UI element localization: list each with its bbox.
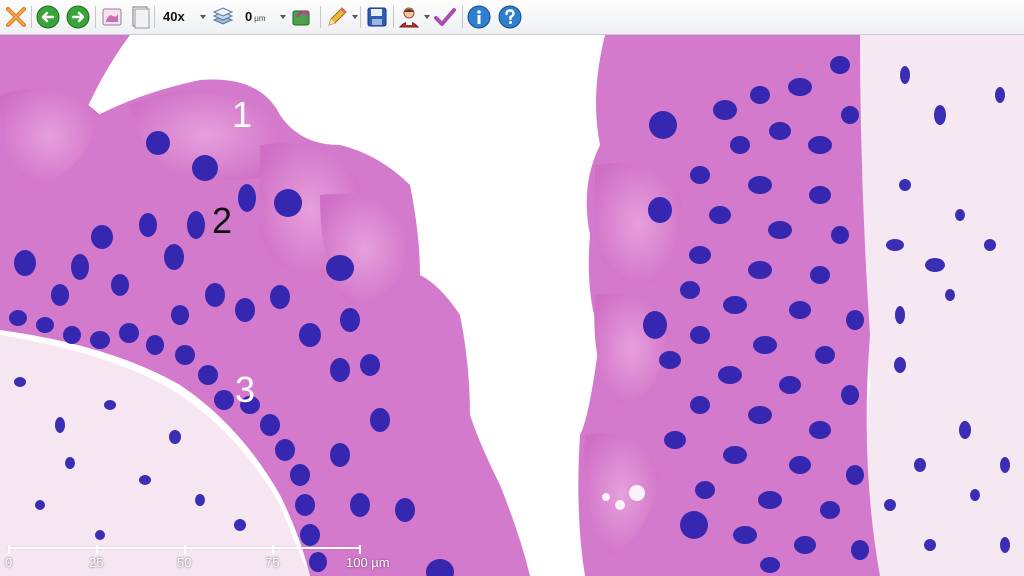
- back-arrow-icon: [36, 5, 60, 29]
- scale-tick: [8, 545, 10, 554]
- scale-tick: [359, 545, 361, 554]
- scale-label-0: 0: [5, 555, 13, 570]
- user-icon: [397, 5, 421, 29]
- scale-label-25: 25: [89, 555, 104, 570]
- rotate-icon: [289, 5, 315, 29]
- forward-arrow-icon: [66, 5, 90, 29]
- slide-thumbnail-button[interactable]: [99, 3, 125, 31]
- rotate-button[interactable]: [288, 3, 316, 31]
- scale-label-100: 100 µm: [346, 555, 390, 570]
- help-button[interactable]: [497, 3, 523, 31]
- check-icon: [433, 5, 457, 29]
- scale-bar: 0 25 50 75 100 µm: [5, 545, 390, 575]
- slide-viewer[interactable]: 1 2 3 0 25 50 75 100 µm: [0, 35, 1024, 576]
- thickness-number: 0: [245, 9, 253, 24]
- back-button[interactable]: [35, 3, 61, 31]
- user-dropdown-icon[interactable]: [424, 15, 430, 19]
- save-icon: [366, 6, 388, 28]
- blank-page-icon: [130, 5, 150, 29]
- help-icon: [498, 5, 522, 29]
- pencil-dropdown-icon[interactable]: [352, 15, 358, 19]
- close-slide-button[interactable]: [4, 3, 28, 31]
- slide-thumbnail-icon: [100, 5, 124, 29]
- histology-image: [0, 35, 1024, 576]
- info-button[interactable]: [466, 3, 492, 31]
- close-slide-icon: [5, 6, 27, 28]
- scale-tick: [96, 545, 98, 554]
- zoom-dropdown-icon[interactable]: [200, 15, 206, 19]
- scale-label-75: 75: [265, 555, 280, 570]
- blank-page-button[interactable]: [129, 3, 151, 31]
- info-icon: [467, 5, 491, 29]
- thickness-unit: µm: [254, 14, 266, 23]
- check-button[interactable]: [432, 3, 458, 31]
- layers-icon: [211, 5, 235, 29]
- annotation-label-1: 1: [232, 94, 253, 135]
- pencil-icon: [325, 5, 349, 29]
- layers-button[interactable]: [210, 3, 236, 31]
- pencil-button[interactable]: [324, 3, 350, 31]
- scale-label-50: 50: [177, 555, 192, 570]
- forward-button[interactable]: [65, 3, 91, 31]
- scale-tick: [272, 545, 274, 554]
- thickness-value[interactable]: 0 µm: [245, 9, 266, 24]
- save-button[interactable]: [364, 3, 390, 31]
- user-button[interactable]: [396, 3, 422, 31]
- annotation-label-2: 2: [212, 200, 233, 241]
- annotation-label-3: 3: [235, 369, 256, 410]
- toolbar: 40x 0 µm: [0, 0, 1024, 35]
- scale-tick: [184, 545, 186, 554]
- zoom-value[interactable]: 40x: [163, 9, 185, 24]
- thickness-dropdown-icon[interactable]: [280, 15, 286, 19]
